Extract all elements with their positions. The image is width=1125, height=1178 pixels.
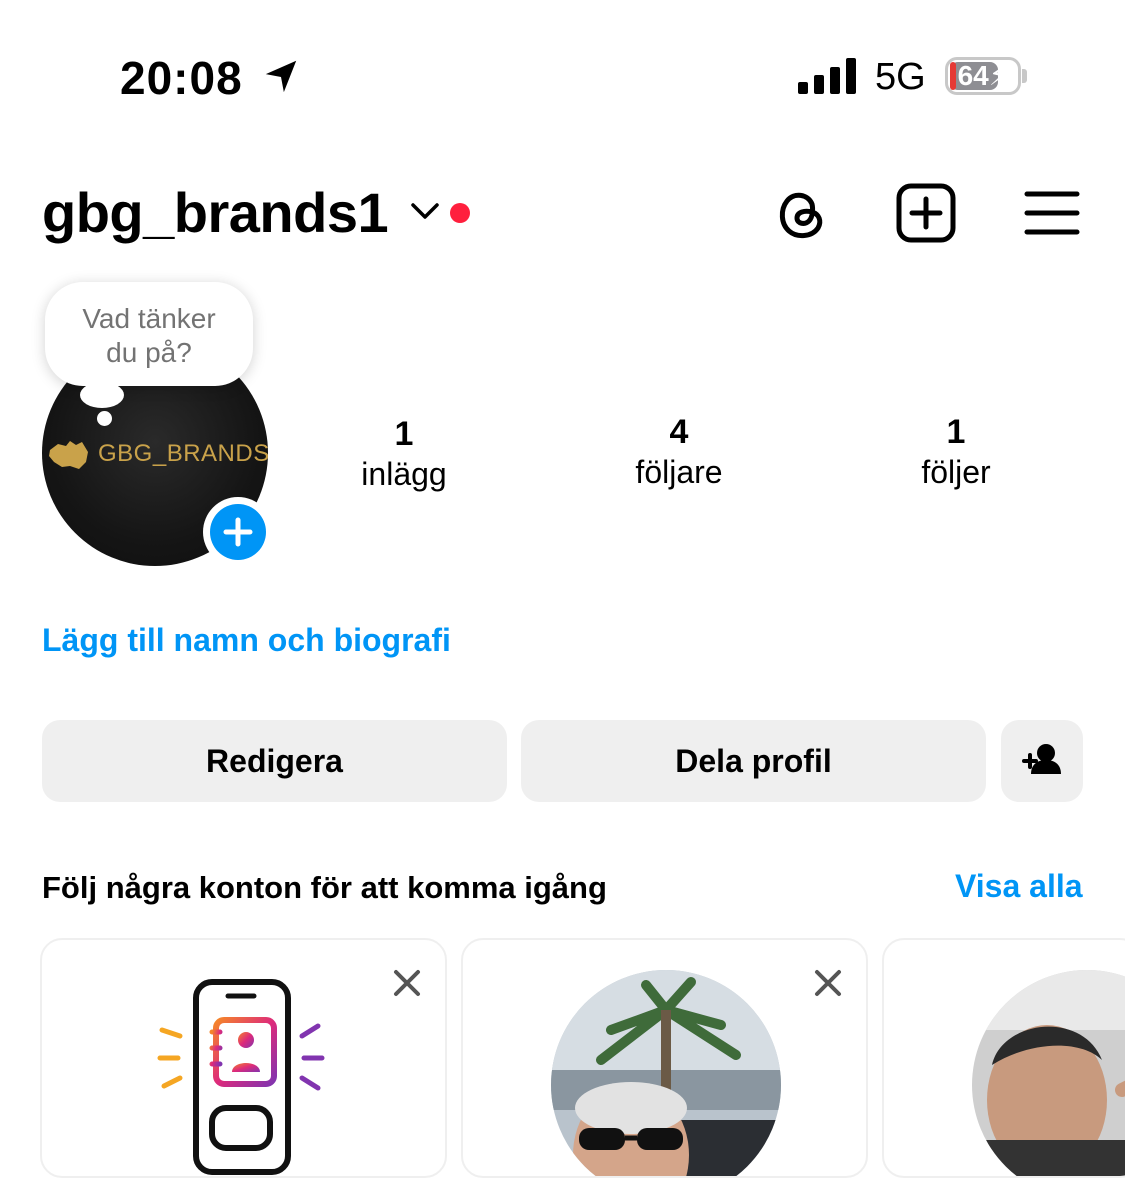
location-arrow-icon bbox=[265, 60, 297, 93]
battery-cap bbox=[1022, 69, 1027, 83]
cellular-signal-icon bbox=[798, 58, 856, 94]
suggestions-title: Följ några konton för att komma igång bbox=[42, 870, 607, 905]
threads-icon[interactable] bbox=[772, 184, 830, 242]
suggested-account-avatar[interactable] bbox=[551, 970, 781, 1176]
see-all-link[interactable]: Visa alla bbox=[955, 866, 1083, 906]
network-type: 5G bbox=[875, 56, 926, 98]
battery-indicator: 64⚡ bbox=[945, 57, 1021, 95]
chevron-down-icon[interactable] bbox=[410, 200, 440, 222]
stat-followers[interactable]: 4 följare bbox=[579, 412, 779, 492]
stat-following[interactable]: 1 följer bbox=[856, 412, 1056, 492]
suggestion-card-account-2[interactable] bbox=[882, 938, 1125, 1178]
stat-followers-value: 4 bbox=[669, 413, 689, 451]
note-bubble-tail-dot bbox=[97, 411, 112, 426]
stat-followers-label: följare bbox=[635, 454, 723, 490]
close-icon[interactable] bbox=[390, 966, 424, 1000]
new-post-icon[interactable] bbox=[896, 183, 956, 243]
battery-percent: 64 bbox=[957, 60, 989, 91]
phone-contacts-icon bbox=[157, 979, 325, 1175]
australia-map-icon bbox=[49, 441, 88, 469]
stat-posts[interactable]: 1 inlägg bbox=[304, 414, 504, 494]
add-bio-link[interactable]: Lägg till namn och biografi bbox=[42, 620, 451, 660]
charging-bolt-icon: ⚡ bbox=[988, 60, 1009, 91]
share-profile-button[interactable]: Dela profil bbox=[521, 720, 986, 802]
status-time: 20:08 bbox=[120, 52, 243, 104]
note-bubble-line1: Vad tänker bbox=[82, 303, 216, 334]
note-bubble-line2: du på? bbox=[106, 337, 192, 368]
note-bubble[interactable]: Vad tänker du på? bbox=[45, 282, 253, 386]
stat-following-label: följer bbox=[921, 454, 991, 490]
suggestion-card-account[interactable] bbox=[461, 938, 868, 1178]
edit-profile-button[interactable]: Redigera bbox=[42, 720, 507, 802]
person-add-icon bbox=[1022, 744, 1061, 774]
suggestion-card-contacts[interactable] bbox=[40, 938, 447, 1178]
notification-dot bbox=[450, 203, 470, 223]
avatar-brand-text: GBG_BRANDS bbox=[98, 440, 268, 467]
profile-photo bbox=[972, 970, 1125, 1176]
account-username[interactable]: gbg_brands1 bbox=[42, 180, 389, 246]
menu-icon[interactable] bbox=[1024, 190, 1080, 236]
stat-following-value: 1 bbox=[946, 413, 966, 451]
stat-posts-label: inlägg bbox=[361, 456, 447, 492]
discover-people-button[interactable] bbox=[1001, 720, 1083, 802]
note-bubble-tail bbox=[80, 382, 124, 408]
suggested-account-avatar[interactable] bbox=[972, 970, 1125, 1176]
add-story-button[interactable] bbox=[203, 497, 273, 567]
profile-photo bbox=[551, 970, 781, 1176]
close-icon[interactable] bbox=[811, 966, 845, 1000]
stat-posts-value: 1 bbox=[394, 415, 414, 453]
plus-icon bbox=[223, 517, 253, 547]
